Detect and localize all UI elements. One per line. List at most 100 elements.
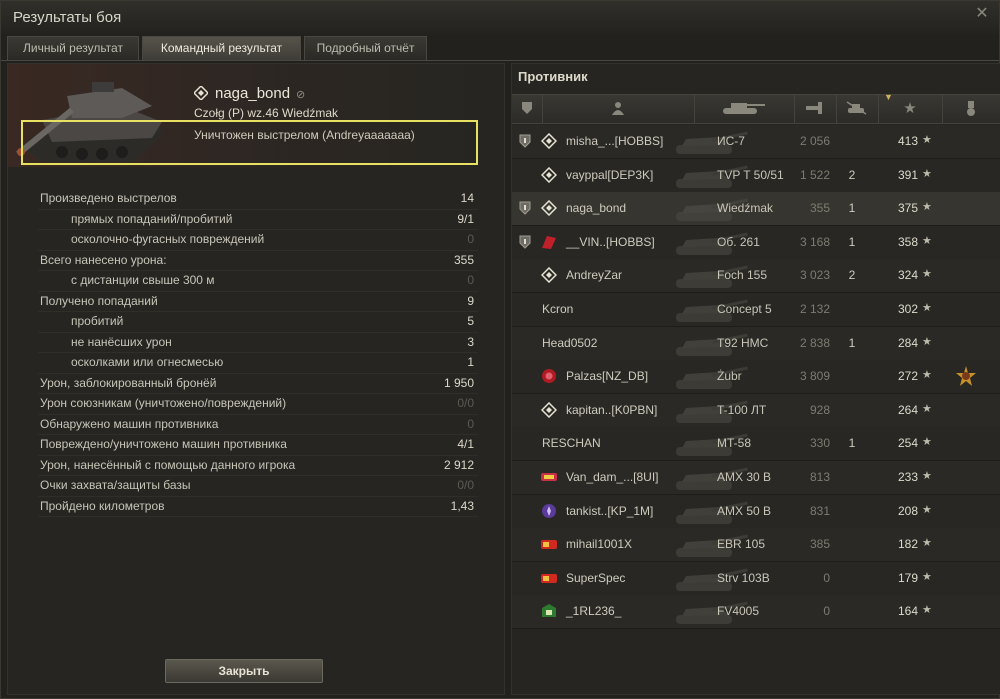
xp-star-icon: ★ (922, 503, 932, 516)
xp-star-icon: ★ (922, 436, 932, 449)
enemy-player-row[interactable]: __VIN..[HOBBS] Об. 261 3 168 1 358 ★ (512, 225, 1000, 260)
battle-results-window: Результаты боя ✕ Личный результат Команд… (0, 0, 1000, 699)
enemy-tank-name: Foch 155 (717, 268, 768, 283)
stat-row: Урон, нанесённый с помощью данного игрок… (38, 456, 478, 476)
enemy-xp: 182 (897, 537, 918, 552)
enemy-xp: 272 (897, 369, 918, 384)
stat-row: Обнаружено машин противника 0 (38, 415, 478, 435)
tab-team[interactable]: Командный результат (142, 36, 301, 61)
stat-label: прямых попаданий/пробитий (71, 211, 233, 226)
enemy-tank-name: Żubr (717, 369, 742, 384)
stat-row: осколками или огнесмесью 1 (38, 353, 478, 374)
medal-icon[interactable] (956, 366, 976, 387)
column-squad[interactable] (512, 95, 543, 123)
eye-hidden-icon[interactable]: ⊘ (296, 88, 305, 101)
xp-star-icon: ★ (922, 369, 932, 382)
enemy-player-name: Palzas[NZ_DB] (566, 369, 649, 384)
stat-value: 9/1 (457, 211, 474, 226)
enemy-tank-name: FV4005 (717, 604, 760, 619)
enemy-kills: 1 (848, 201, 856, 216)
xp-star-icon: ★ (922, 335, 932, 348)
enemy-damage: 0 (823, 604, 830, 619)
enemy-player-row[interactable]: _1RL236_ FV4005 0 164 ★ (512, 595, 1000, 630)
enemy-player-row[interactable]: misha_...[HOBBS] ИС-7 2 056 413 ★ (512, 125, 1000, 159)
enemy-player-row[interactable]: mihail1001X EBR 105 385 182 ★ (512, 528, 1000, 563)
enemy-damage: 355 (809, 201, 830, 216)
clan-diamond-icon (541, 200, 557, 217)
stat-label: Обнаружено машин противника (40, 416, 219, 431)
enemy-player-row[interactable]: AndreyZar Foch 155 3 023 2 324 ★ (512, 259, 1000, 294)
enemy-kills: 1 (848, 234, 856, 249)
close-icon[interactable]: ✕ (971, 3, 993, 25)
enemy-damage: 813 (809, 470, 830, 484)
stat-value: 5 (467, 314, 474, 328)
player-card: naga_bond ⊘ Czołg (P) wz.46 Wiedźmak Уни… (8, 64, 504, 167)
enemy-player-row[interactable]: Head0502 T92 HMC 2 838 1 284 ★ (512, 326, 1000, 361)
frags-icon (806, 102, 822, 114)
column-xp[interactable]: ▼ ★ (878, 92, 943, 123)
destroyed-by-text: Уничтожен выстрелом (Andreyaaaaaaa) (194, 128, 415, 142)
tab-divider (1, 60, 999, 61)
enemy-panel: Противник ▼ ★ misha_...[HOBBS] ИС-7 2 05… (511, 63, 1000, 695)
enemy-player-row[interactable]: Van_dam_...[8UI] AMX 30 B 813 233 ★ (512, 461, 1000, 495)
personal-panel: naga_bond ⊘ Czołg (P) wz.46 Wiedźmak Уни… (7, 63, 505, 695)
enemy-tank-name: EBR 105 (717, 537, 766, 552)
enemy-tank-name: Wiedźmak (717, 201, 774, 216)
enemy-player-row[interactable]: Palzas[NZ_DB] Żubr 3 809 272 ★ (512, 360, 1000, 395)
clan-diamond-icon (541, 166, 557, 183)
enemy-player-row[interactable]: kapitan..[K0PBN] T-100 ЛТ 928 264 ★ (512, 393, 1000, 428)
tab-detailed[interactable]: Подробный отчёт (304, 36, 427, 61)
enemy-player-name: Van_dam_...[8UI] (566, 470, 659, 484)
enemy-damage: 3 809 (799, 369, 830, 384)
stats-list: Произведено выстрелов 14 прямых попаданий/… (38, 189, 478, 517)
enemy-player-name: Head0502 (542, 335, 598, 350)
squad-shield-icon (519, 235, 531, 249)
stat-label: Урон, заблокированный бронёй (40, 375, 217, 390)
enemy-kills: 2 (848, 167, 856, 182)
stat-row: Получено попаданий 9 (38, 292, 478, 312)
close-button[interactable]: Закрыть (165, 659, 323, 683)
enemy-damage: 831 (809, 503, 830, 518)
stat-row: Урон союзникам (уничтожено/повреждений) 0… (38, 394, 478, 415)
column-damage[interactable] (794, 95, 837, 123)
enemy-damage: 3 168 (799, 234, 830, 249)
enemy-damage: 330 (809, 436, 830, 451)
xp-star-icon: ★ (922, 134, 932, 146)
enemy-player-row[interactable]: SuperSpec Strv 103B 0 179 ★ (512, 561, 1000, 596)
enemy-kills: 1 (848, 436, 856, 451)
stat-label: не нанёсших урон (71, 334, 172, 349)
xp-star-icon: ★ (922, 268, 932, 281)
enemy-damage: 928 (809, 402, 830, 417)
stat-value: 1,43 (450, 498, 474, 513)
enemy-tank-name: Strv 103B (717, 570, 770, 585)
enemy-xp: 413 (897, 134, 918, 148)
enemy-damage: 0 (823, 570, 830, 585)
column-player[interactable] (542, 95, 695, 123)
enemy-player-name: vayppal[DEP3K] (566, 167, 654, 182)
enemy-player-name: RESCHAN (542, 436, 601, 451)
xp-star-icon: ★ (922, 604, 932, 617)
enemy-player-row[interactable]: Kcron Concept 5 2 132 302 ★ (512, 293, 1000, 327)
tank-icon (723, 103, 765, 114)
enemy-player-row[interactable]: tankist..[KP_1M] AMX 50 B 831 208 ★ (512, 494, 1000, 529)
stat-label: Произведено выстрелов (40, 191, 177, 205)
column-tank[interactable] (694, 95, 795, 123)
enemy-xp: 391 (897, 167, 918, 182)
clan-emblem-icon (541, 573, 557, 583)
stat-label: Урон союзникам (уничтожено/повреждений) (40, 396, 287, 410)
clan-emblem-icon (542, 604, 556, 618)
enemy-damage: 2 132 (799, 302, 830, 316)
column-kills[interactable] (836, 95, 879, 123)
enemy-xp: 254 (897, 436, 918, 451)
column-medals[interactable] (942, 95, 1000, 123)
enemy-player-row[interactable]: naga_bond Wiedźmak 355 1 375 ★ (512, 192, 1000, 227)
stat-value: 0/0 (457, 396, 474, 410)
enemy-player-row[interactable]: RESCHAN MT-58 330 1 254 ★ (512, 427, 1000, 462)
enemy-tank-name: Об. 261 (717, 234, 760, 249)
enemy-tank-name: TVP T 50/51 (717, 167, 784, 182)
enemy-player-row[interactable]: vayppal[DEP3K] TVP T 50/51 1 522 2 391 ★ (512, 158, 1000, 193)
enemy-player-name: SuperSpec (566, 570, 626, 585)
tab-personal[interactable]: Личный результат (7, 36, 139, 61)
clan-emblem-icon (541, 473, 557, 481)
enemy-tank-name: ИС-7 (717, 134, 745, 148)
